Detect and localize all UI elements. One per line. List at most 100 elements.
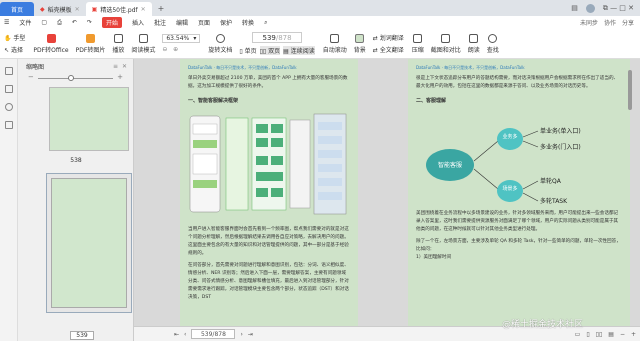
close-icon: ✕ — [121, 62, 127, 70]
document-scrollbar[interactable] — [628, 70, 632, 110]
read-mode-button[interactable]: 阅读模式 — [131, 33, 155, 54]
thumbnail-size-slider[interactable]: − + — [28, 73, 123, 83]
prev-page-icon[interactable]: ‹ — [184, 331, 186, 338]
thumbnail-title: 缩略图 — [26, 63, 45, 71]
menu-edit[interactable]: 编辑 — [176, 18, 188, 27]
zoom-group: 63.54% ▾ ⊖ ⊕ — [162, 34, 201, 53]
thumbnail-page-539[interactable] — [46, 173, 132, 313]
save-icon[interactable]: ▢ — [41, 19, 47, 26]
find-button[interactable]: 查找 — [487, 33, 499, 54]
next-page-icon[interactable]: › — [240, 331, 242, 338]
menu-file[interactable]: 文件 — [19, 18, 31, 27]
attachment-icon[interactable] — [4, 103, 13, 111]
single-page-button[interactable]: ▯ 单页 — [239, 46, 256, 55]
zoom-out-icon[interactable]: − — [620, 331, 625, 338]
chevron-down-icon: ▾ — [193, 35, 197, 42]
continuous-view-icon[interactable]: ▤ — [608, 331, 614, 338]
page-number-input[interactable]: 539/878 — [252, 32, 303, 43]
sync-status[interactable]: 未同步 — [580, 18, 598, 27]
search-icon[interactable]: ⌕ — [264, 19, 267, 27]
menu-page[interactable]: 页面 — [198, 18, 210, 27]
watermark: @稀土掘金技术社区 — [502, 320, 584, 330]
menu-protect[interactable]: 保护 — [220, 18, 232, 27]
book-icon — [138, 33, 148, 43]
fit-width-icon[interactable]: ▭ — [575, 331, 581, 338]
double-page-button[interactable]: ▯▯ 双页 — [259, 46, 281, 55]
scissors-icon — [441, 33, 451, 43]
pdf-icon: ▣ — [91, 5, 98, 13]
first-page-icon[interactable]: ⇤ — [174, 331, 179, 338]
double-view-icon[interactable]: ▯▯ — [596, 331, 603, 338]
ribbon-toolbar: ✋ 手型 ↖ 选择 PDF转Office PDF转图片 播放 阅读模式 63.5… — [0, 29, 640, 59]
running-header: DataFunTalk · 每日不只是技术，不只是创新，DataFunTalk — [188, 65, 297, 70]
page-nav-group: 539/878 ▯ 单页 ▯▯ 双页 ▤ 连续阅读 — [239, 32, 315, 55]
panel-controls[interactable]: ≡ ✕ — [113, 63, 127, 70]
share-button[interactable]: 分享 — [622, 18, 634, 27]
comment-icon[interactable] — [4, 121, 13, 129]
hand-tool[interactable]: ✋ 手型 — [4, 33, 25, 42]
mindmap-root-label: 智能客服 — [438, 161, 462, 169]
word-translate-button[interactable]: ⇄ 划词翻译 — [373, 33, 404, 42]
zoom-in-icon[interactable]: + — [631, 331, 636, 338]
menu-bar: ☰ 文件 ▢ ⎙ ↶ ↷ 开始 插入 批注 编辑 页面 保护 转换 ⌕ 未同步 … — [0, 16, 640, 29]
menu-comment[interactable]: 批注 — [154, 18, 166, 27]
slider-knob[interactable] — [68, 75, 74, 81]
print-icon[interactable]: ⎙ — [57, 19, 62, 27]
pdf-to-image-button[interactable]: PDF转图片 — [76, 33, 105, 54]
tab-home[interactable]: 首页 — [0, 2, 34, 16]
compress-button[interactable]: 压缩 — [412, 33, 424, 54]
play-button[interactable]: 播放 — [112, 33, 124, 54]
select-tool[interactable]: ↖ 选择 — [4, 45, 25, 54]
document-viewer[interactable]: DataFunTalk · 每日不只是技术，不只是创新，DataFunTalk … — [134, 59, 640, 326]
thumbnail-page-538[interactable] — [49, 87, 129, 151]
compress-icon — [413, 33, 423, 43]
tab-home-label: 首页 — [10, 6, 23, 14]
close-icon[interactable]: ✕ — [141, 6, 146, 13]
status-page-input[interactable]: 539/878 — [191, 329, 236, 339]
auto-scroll-button[interactable]: 自动滚动 — [323, 33, 347, 54]
thumbnail-header: 缩略图 ≡ ✕ — [18, 59, 133, 73]
tab-daoke-label: 稻壳模板 — [47, 6, 72, 14]
zoom-buttons[interactable]: ⊖ ⊕ — [162, 46, 200, 53]
last-page-icon[interactable]: ⇥ — [248, 331, 253, 338]
list-item: 1）美团理解时间 — [416, 255, 452, 260]
menu-convert[interactable]: 转换 — [242, 18, 254, 27]
window-buttons[interactable]: ⧉ — □ ✕ — [603, 4, 634, 13]
tab-bar: 首页 ◆ 稻壳模板 ✕ ▣ 精选50佳.pdf ✕ + ▤ ⧉ — □ ✕ — [0, 0, 640, 16]
menu-icon[interactable]: ☰ — [4, 19, 9, 26]
bookmark-icon[interactable] — [4, 85, 13, 93]
menu-start[interactable]: 开始 — [101, 17, 122, 28]
continuous-button[interactable]: ▤ 连续阅读 — [283, 46, 315, 55]
pdf-to-office-button[interactable]: PDF转Office — [33, 33, 69, 54]
image-icon — [85, 33, 95, 43]
paragraph: 单日外卖交易额超过 2100 万单，美团的首个 APP 上拥有大量的客服场景的数… — [188, 76, 348, 89]
undo-icon[interactable]: ↶ — [72, 19, 77, 26]
view-controls: ▭ ▯ ▯▯ ▤ − + — [575, 331, 640, 338]
side-icon-strip — [0, 59, 18, 341]
collab-button[interactable]: 协作 — [604, 18, 616, 27]
thumbnail-icon[interactable] — [4, 67, 13, 75]
convert-icon — [46, 33, 56, 43]
menu-icon: ≡ — [112, 62, 118, 70]
screenshot-compare-button[interactable]: 截图和对比 — [431, 33, 461, 54]
tab-daoke[interactable]: ◆ 稻壳模板 ✕ — [34, 2, 86, 16]
translate-group: ⇄ 划词翻译 ⇄ 全文翻译 — [373, 33, 404, 54]
speaker-icon — [469, 33, 479, 43]
menu-insert[interactable]: 插入 — [132, 18, 144, 27]
full-translate-button[interactable]: ⇄ 全文翻译 — [373, 45, 404, 54]
mindmap-business-label: 业务多 — [502, 133, 517, 140]
layout-icon[interactable]: ▤ — [571, 4, 578, 12]
redo-icon[interactable]: ↷ — [87, 19, 92, 26]
new-tab-button[interactable]: + — [152, 4, 171, 13]
tab-pdf-label: 精选50佳.pdf — [100, 6, 138, 14]
tab-pdf[interactable]: ▣ 精选50佳.pdf ✕ — [85, 2, 152, 16]
avatar[interactable] — [585, 3, 595, 13]
section-heading: 二、客服理解 — [416, 98, 447, 104]
read-aloud-button[interactable]: 朗读 — [468, 33, 480, 54]
zoom-input[interactable]: 63.54% ▾ — [162, 34, 201, 43]
rotate-button[interactable]: 旋转文档 — [208, 33, 232, 54]
rotate-icon — [215, 33, 225, 43]
background-button[interactable]: 背景 — [354, 33, 366, 54]
close-icon[interactable]: ✕ — [75, 6, 80, 13]
single-view-icon[interactable]: ▯ — [586, 331, 589, 338]
